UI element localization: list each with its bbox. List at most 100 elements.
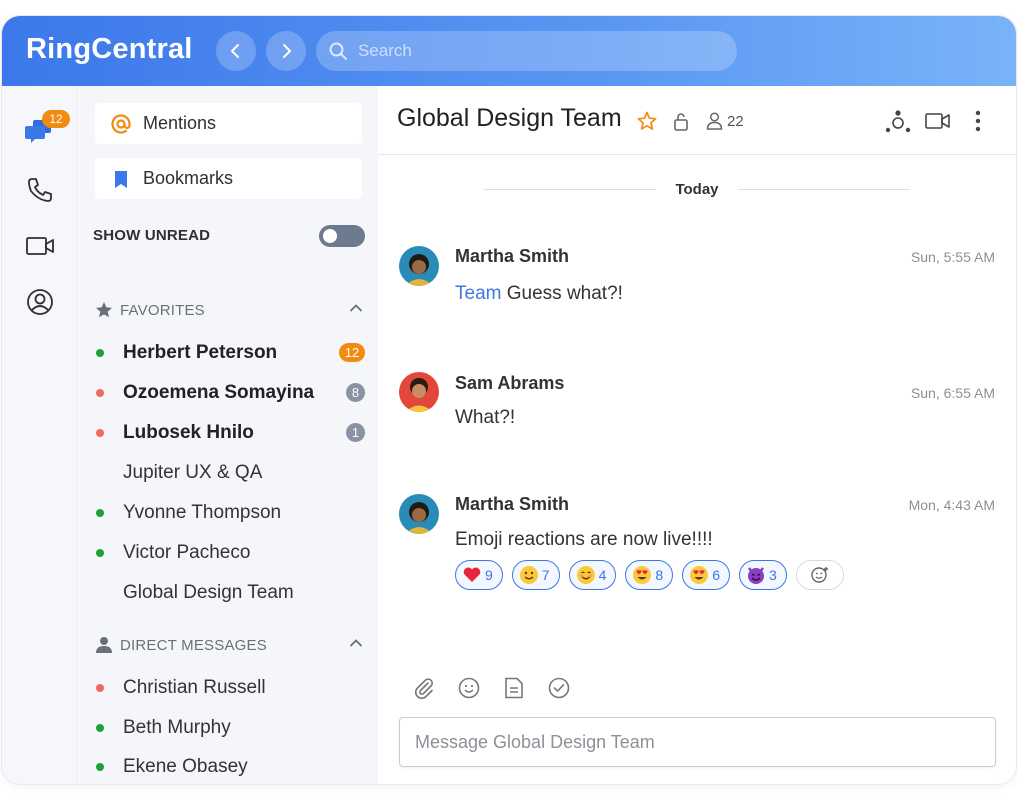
member-count-button[interactable]: 22	[706, 112, 744, 130]
avatar[interactable]	[399, 372, 439, 412]
reactions-row: 9 7 4 8 6 3	[455, 560, 853, 590]
star-outline-icon	[637, 111, 657, 130]
reaction-smile[interactable]: 7	[511, 560, 560, 590]
message: Martha Smith Mon, 4:43 AM Emoji reaction…	[399, 494, 995, 604]
online-status-dot	[96, 349, 104, 357]
direct-message-item[interactable]: Ekene Obasey	[93, 753, 365, 781]
heart-eyes-icon	[633, 566, 652, 584]
reaction-count: 8	[655, 567, 664, 583]
star-icon	[96, 302, 112, 318]
note-button[interactable]	[502, 676, 526, 700]
favorite-item[interactable]: Lubosek Hnilo 1	[93, 419, 365, 447]
brand-logo: RingCentral	[26, 33, 193, 65]
app-window: RingCentral 12	[2, 16, 1016, 784]
favorite-name: Lubosek Hnilo	[123, 422, 254, 443]
message-timestamp: Sun, 5:55 AM	[910, 249, 995, 265]
reaction-heart-eyes[interactable]: 8	[625, 560, 674, 590]
rail-messages-button[interactable]: 12	[20, 110, 70, 152]
at-sign-icon	[111, 113, 131, 134]
favorite-item[interactable]: Global Design Team	[93, 579, 365, 607]
sender-name[interactable]: Sam Abrams	[455, 373, 564, 394]
rail-video-button[interactable]	[20, 226, 60, 266]
reaction-count: 7	[541, 567, 550, 583]
paperclip-icon	[415, 678, 433, 699]
team-mention-link[interactable]: Team	[455, 283, 501, 304]
show-unread-toggle[interactable]	[319, 225, 365, 247]
favorite-name: Ozoemena Somayina	[123, 382, 315, 403]
search-bar[interactable]	[316, 31, 737, 71]
reaction-count: 9	[485, 567, 493, 583]
reaction-heart-eyes[interactable]: 6	[682, 560, 730, 590]
favorite-item[interactable]: Yvonne Thompson	[93, 499, 365, 527]
direct-messages-header: DIRECT MESSAGES	[120, 636, 267, 654]
smiling-devil-icon	[747, 567, 764, 584]
video-camera-icon	[925, 113, 950, 129]
top-bar: RingCentral	[2, 16, 1016, 86]
bookmarks-link[interactable]: Bookmarks	[95, 158, 362, 199]
favorite-item[interactable]: Herbert Peterson 12	[93, 339, 365, 367]
unread-count-badge: 12	[339, 343, 365, 362]
user-circle-icon	[27, 289, 53, 315]
avatar[interactable]	[399, 494, 439, 534]
search-input[interactable]	[357, 41, 737, 61]
avatar[interactable]	[399, 246, 439, 286]
unread-count-badge: 1	[346, 423, 365, 442]
message-composer[interactable]	[399, 717, 996, 767]
video-camera-icon	[26, 237, 54, 255]
rail-phone-button[interactable]	[20, 170, 60, 210]
favorites-section-header[interactable]: FAVORITES	[95, 299, 363, 321]
forward-button[interactable]	[266, 31, 306, 71]
person-icon	[96, 637, 112, 653]
avatar-martha-smith	[399, 246, 439, 286]
away-status-dot	[96, 684, 104, 692]
show-unread-label: SHOW UNREAD	[93, 227, 211, 244]
reaction-count: 3	[768, 567, 777, 583]
sender-name[interactable]: Martha Smith	[455, 246, 569, 267]
favorite-item[interactable]: Victor Pacheco	[93, 539, 365, 567]
attach-button[interactable]	[412, 676, 436, 700]
bookmarks-label: Bookmarks	[143, 168, 234, 188]
message-text: What?!	[455, 407, 516, 428]
favorites-header: FAVORITES	[120, 301, 205, 319]
back-button[interactable]	[216, 31, 256, 71]
direct-message-item[interactable]: Christian Russell	[93, 674, 365, 702]
team-icon	[885, 110, 911, 133]
contact-name: Beth Murphy	[123, 717, 231, 738]
favorite-button[interactable]	[636, 110, 658, 132]
online-status-dot	[96, 724, 104, 732]
direct-messages-section-header[interactable]: DIRECT MESSAGES	[95, 634, 363, 656]
message: Martha Smith Sun, 5:55 AM Team Guess wha…	[399, 246, 995, 326]
video-call-button[interactable]	[924, 110, 952, 132]
date-divider-label: Today	[675, 181, 719, 198]
more-vertical-icon	[975, 110, 981, 132]
favorite-item[interactable]: Ozoemena Somayina 8	[93, 379, 365, 407]
rail-contacts-button[interactable]	[20, 282, 60, 322]
message-input[interactable]	[400, 718, 995, 766]
sender-name[interactable]: Martha Smith	[455, 494, 569, 515]
online-status-dot	[96, 549, 104, 557]
mentions-link[interactable]: Mentions	[95, 103, 362, 144]
reaction-heart[interactable]: 9	[455, 560, 503, 590]
task-button[interactable]	[547, 676, 571, 700]
add-members-button[interactable]	[885, 108, 911, 134]
conversation-header: Global Design Team 22	[378, 86, 1016, 155]
chevron-up-icon[interactable]	[349, 636, 363, 650]
privacy-button[interactable]	[671, 110, 691, 132]
phone-icon	[28, 178, 52, 202]
away-status-dot	[96, 389, 104, 397]
reaction-count: 4	[598, 567, 607, 583]
reaction-devil[interactable]: 3	[738, 560, 787, 590]
add-reaction-button[interactable]	[795, 560, 844, 590]
more-options-button[interactable]	[968, 109, 988, 133]
reaction-blush[interactable]: 4	[568, 560, 617, 590]
away-status-dot	[96, 429, 104, 437]
emoji-button[interactable]	[457, 676, 481, 700]
direct-message-item[interactable]: Beth Murphy	[93, 714, 365, 742]
chevron-up-icon[interactable]	[349, 301, 363, 315]
favorite-item[interactable]: Jupiter UX & QA	[93, 459, 365, 487]
message-text: Emoji reactions are now live!!!!	[455, 529, 713, 550]
smiling-face-icon	[576, 566, 595, 584]
mentions-label: Mentions	[143, 113, 217, 133]
favorite-name: Victor Pacheco	[123, 542, 251, 563]
message-body: Team Guess what?!	[455, 283, 623, 305]
